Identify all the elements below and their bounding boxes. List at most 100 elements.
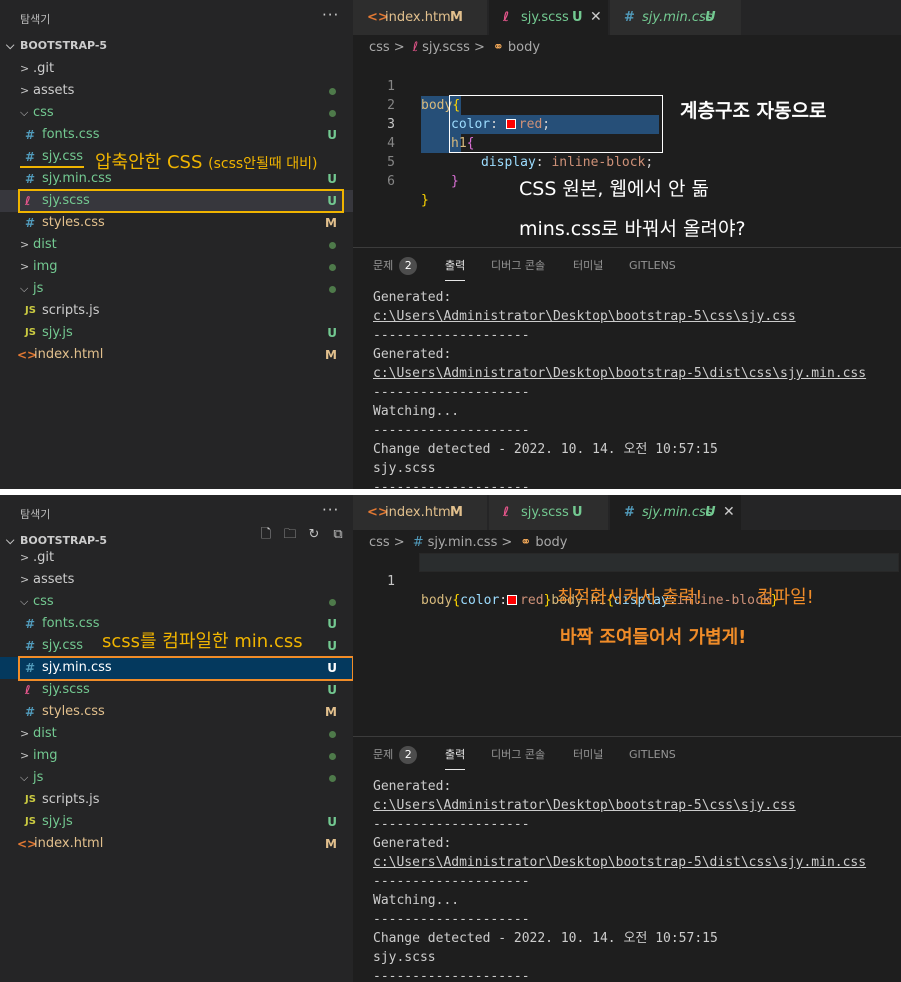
breadcrumb-file[interactable]: sjy.scss (422, 40, 470, 55)
tree-label: css (33, 594, 54, 609)
output-link[interactable]: c:\Users\Administrator\Desktop\bootstrap… (373, 307, 866, 326)
breadcrumb-folder[interactable]: css (369, 40, 390, 55)
tree-label: fonts.css (42, 616, 100, 631)
output-log[interactable]: Generated: c:\Users\Administrator\Deskto… (373, 777, 866, 982)
css-file-icon: # (25, 150, 36, 164)
chevron-right-icon: > (20, 727, 30, 740)
output-line: Generated: (373, 779, 452, 794)
new-folder-icon[interactable]: 🗀 (282, 527, 298, 543)
tab-index-html[interactable]: <> index.html M (353, 0, 488, 35)
annotation-upload: mins.css로 바꿔서 올려야? (519, 218, 746, 240)
tree-folder-css[interactable]: ⌵ css (0, 591, 353, 613)
output-line: Watching... (373, 404, 460, 419)
output-link[interactable]: c:\Users\Administrator\Desktop\bootstrap… (373, 796, 866, 815)
breadcrumb-symbol[interactable]: body (535, 535, 567, 550)
panel-tab-terminal[interactable]: 터미널 (573, 745, 603, 765)
annotation-compile: 컴파일! (757, 587, 814, 608)
chevron-right-icon: > (20, 260, 30, 273)
output-link[interactable]: c:\Users\Administrator\Desktop\bootstrap… (373, 364, 866, 383)
tree-file-sjy-js[interactable]: JS sjy.js U (0, 811, 353, 833)
js-file-icon: JS (25, 816, 36, 827)
panel-tab-problems[interactable]: 문제 2 (373, 745, 418, 765)
panel-tab-gitlens[interactable]: GITLENS (629, 256, 676, 276)
output-link[interactable]: c:\Users\Administrator\Desktop\bootstrap… (373, 853, 866, 872)
git-badge: U (327, 639, 337, 653)
workspace-root[interactable]: ⌵ BOOTSTRAP-5 (6, 39, 107, 53)
tree-file-index-html[interactable]: <> index.html M (0, 344, 353, 366)
tree-folder-js[interactable]: ⌵ js (0, 278, 353, 300)
collapse-icon[interactable]: ⧉ (330, 527, 346, 543)
output-log[interactable]: Generated: c:\Users\Administrator\Deskto… (373, 288, 866, 489)
tree-folder-git[interactable]: > .git (0, 547, 353, 569)
git-badge: U (327, 815, 337, 829)
panel-tab-output[interactable]: 출력 (445, 745, 466, 770)
tab-badge: U (572, 10, 583, 25)
annotation-underline (20, 166, 84, 168)
tab-label: index.html (385, 10, 455, 25)
tree-file-scripts-js[interactable]: JS scripts.js (0, 789, 353, 811)
tree-label: dist (33, 726, 57, 741)
refresh-icon[interactable]: ↻ (306, 527, 322, 543)
annotation-box-sjy-min-css (18, 656, 354, 681)
tree-file-fonts-css[interactable]: # fonts.css U (0, 124, 353, 146)
tree-folder-git[interactable]: > .git (0, 58, 353, 80)
explorer-header: 탐색기 ··· (0, 495, 353, 530)
tab-sjy-scss[interactable]: ℓ sjy.scss U ✕ (489, 0, 609, 35)
tree-file-styles-css[interactable]: # styles.css M (0, 701, 353, 723)
tab-badge: M (450, 10, 463, 25)
status-dot (329, 264, 336, 271)
tab-label: sjy.min.css (642, 10, 713, 25)
more-actions-icon[interactable]: ··· (322, 6, 339, 24)
tree-file-sjy-js[interactable]: JS sjy.js U (0, 322, 353, 344)
new-file-icon[interactable]: 🗋 (258, 527, 274, 543)
output-line: Generated: (373, 836, 452, 851)
tree-label: .git (33, 550, 55, 565)
workspace-root[interactable]: ⌵ BOOTSTRAP-5 (6, 534, 107, 548)
explorer-sidebar: 탐색기 ··· ⌵ BOOTSTRAP-5 > .git > assets ⌵ c… (0, 0, 353, 489)
tree-folder-dist[interactable]: > dist (0, 234, 353, 256)
tab-sjy-min-css[interactable]: # sjy.min.css U (610, 0, 742, 35)
output-line: Change detected - 2022. 10. 14. 오전 10:57… (373, 442, 718, 457)
chevron-right-icon: > (20, 551, 30, 564)
git-badge: M (325, 348, 337, 362)
tab-sjy-min-css[interactable]: # sjy.min.css U ✕ (610, 495, 742, 530)
breadcrumb-symbol[interactable]: body (508, 40, 540, 55)
close-icon[interactable]: ✕ (723, 495, 735, 530)
tree-folder-css[interactable]: ⌵ css (0, 102, 353, 124)
panel-tab-debug-console[interactable]: 디버그 콘솔 (491, 745, 545, 765)
panel-tab-label: 문제 (373, 748, 394, 761)
panel-tab-terminal[interactable]: 터미널 (573, 256, 603, 276)
tab-sjy-scss[interactable]: ℓ sjy.scss U (489, 495, 609, 530)
tree-file-scripts-js[interactable]: JS scripts.js (0, 300, 353, 322)
color-swatch[interactable] (507, 595, 518, 605)
more-actions-icon[interactable]: ··· (322, 501, 339, 519)
line-number: 6 (387, 174, 395, 189)
breadcrumb-folder[interactable]: css (369, 535, 390, 550)
sass-file-icon: ℓ (503, 505, 510, 520)
bottom-screenshot: 탐색기 ··· ⌵ BOOTSTRAP-5 🗋 🗀 ↻ ⧉ > .git > as… (0, 495, 901, 982)
tree-file-styles-css[interactable]: # styles.css M (0, 212, 353, 234)
tree-folder-dist[interactable]: > dist (0, 723, 353, 745)
tree-folder-assets[interactable]: > assets (0, 569, 353, 591)
panel-tab-gitlens[interactable]: GITLENS (629, 745, 676, 765)
tab-index-html[interactable]: <> index.html M (353, 495, 488, 530)
tree-file-sjy-scss[interactable]: ℓ sjy.scss U (0, 679, 353, 701)
tree-file-index-html[interactable]: <> index.html M (0, 833, 353, 855)
tree-folder-assets[interactable]: > assets (0, 80, 353, 102)
breadcrumb: css > # sjy.min.css > ⚭ body (369, 533, 571, 553)
css-file-icon: # (412, 535, 424, 550)
git-badge: U (327, 172, 337, 186)
sass-file-icon: ℓ (412, 40, 419, 55)
tree-label: assets (33, 83, 75, 98)
tree-folder-img[interactable]: > img (0, 745, 353, 767)
workspace-root-label: BOOTSTRAP-5 (20, 39, 108, 52)
panel-tab-debug-console[interactable]: 디버그 콘솔 (491, 256, 545, 276)
tree-folder-js[interactable]: ⌵ js (0, 767, 353, 789)
code-editor[interactable]: 1 body{color: red}body h1{display:inline-… (353, 553, 901, 608)
panel-tab-problems[interactable]: 문제 2 (373, 256, 418, 276)
tree-folder-img[interactable]: > img (0, 256, 353, 278)
panel-tab-output[interactable]: 출력 (445, 256, 466, 281)
tab-label: index.html (385, 505, 455, 520)
breadcrumb-file[interactable]: sjy.min.css (428, 535, 498, 550)
close-icon[interactable]: ✕ (590, 0, 602, 35)
